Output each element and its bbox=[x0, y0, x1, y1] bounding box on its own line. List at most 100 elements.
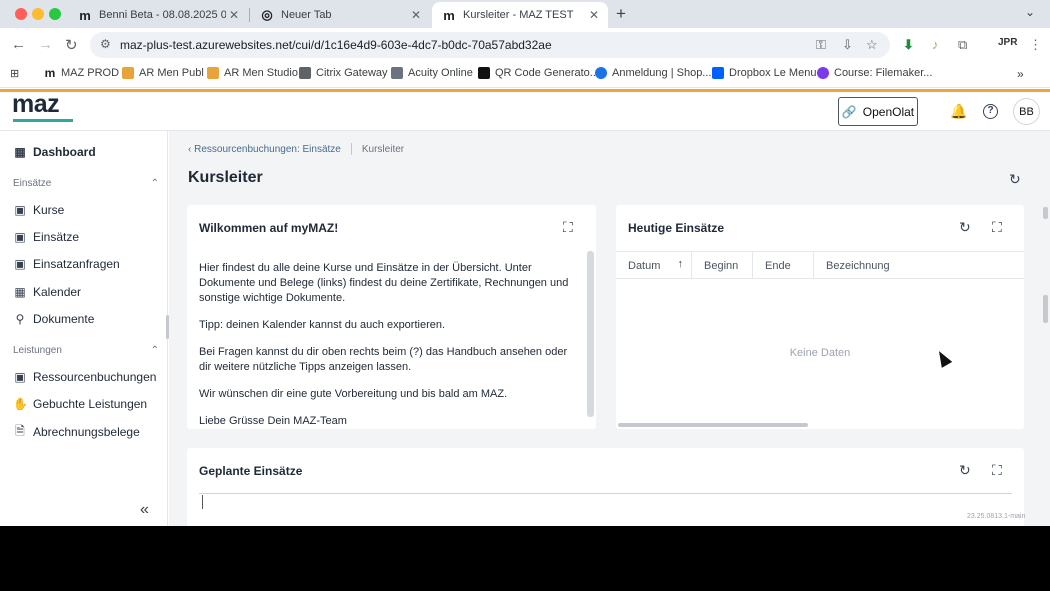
browser-tab-1[interactable]: m Benni Beta - 08.08.2025 09:1 ✕ bbox=[68, 2, 248, 28]
site-settings-icon[interactable]: ⚙ bbox=[100, 37, 111, 51]
sidebar-item-einsaetze[interactable]: ▣ Einsätze bbox=[0, 226, 168, 248]
apps-grid-icon[interactable]: ⊞ bbox=[10, 67, 19, 80]
refresh-icon[interactable]: ↻ bbox=[959, 219, 971, 236]
password-key-icon[interactable]: ⚿ bbox=[816, 37, 826, 53]
tab-search-chevron-icon[interactable]: ⌄ bbox=[1025, 5, 1035, 19]
bookmark-ar-men-studio[interactable]: AR Men Studio bbox=[207, 67, 298, 79]
sidebar-item-einsatzanfragen[interactable]: ▣ Einsatzanfragen bbox=[0, 253, 168, 275]
qr-icon bbox=[478, 67, 490, 79]
expand-icon[interactable]: ⛶ bbox=[992, 462, 1002, 479]
tab-title: Neuer Tab bbox=[281, 9, 332, 21]
sidebar-item-dashboard[interactable]: ▦ Dashboard bbox=[0, 141, 168, 163]
link-icon: 🔗 bbox=[841, 104, 857, 119]
column-label: Ende bbox=[765, 259, 791, 272]
sidebar-section-leistungen[interactable]: Leistungen ⌃ bbox=[13, 345, 159, 356]
table-header: Datum ↑ Beginn Ende Bezeichnung bbox=[616, 251, 1024, 279]
breadcrumb-back-link[interactable]: ‹ Ressourcenbuchungen: Einsätze bbox=[188, 144, 341, 155]
welcome-paragraph: Hier findest du alle deine Kurse und Ein… bbox=[199, 262, 569, 304]
calendar-icon: ▣ bbox=[14, 203, 26, 217]
sidebar-item-label: Einsätze bbox=[33, 230, 80, 244]
download-icon[interactable]: ⬇ bbox=[903, 37, 914, 53]
bookmark-dropbox[interactable]: Dropbox Le Menu bbox=[712, 67, 816, 79]
column-header-bezeichnung[interactable]: Bezeichnung bbox=[814, 252, 1024, 279]
more-bookmarks-chevron-icon[interactable]: » bbox=[1017, 67, 1024, 81]
install-app-icon[interactable]: ⇩ bbox=[842, 37, 853, 53]
today-card-title: Heutige Einsätze bbox=[628, 221, 725, 235]
reload-icon[interactable]: ↻ bbox=[65, 36, 78, 54]
refresh-page-icon[interactable]: ↻ bbox=[1009, 171, 1021, 188]
openolat-button[interactable]: 🔗 OpenOlat bbox=[838, 97, 918, 126]
expand-icon[interactable]: ⛶ bbox=[563, 219, 573, 236]
extensions-puzzle-icon[interactable]: ⧉ bbox=[958, 37, 967, 53]
tab-strip: m Benni Beta - 08.08.2025 09:1 ✕ ◎ Neuer… bbox=[0, 0, 1050, 28]
planned-assignments-card: Geplante Einsätze ↻ ⛶ bbox=[187, 448, 1024, 526]
music-note-icon[interactable]: ♪ bbox=[932, 37, 939, 52]
sidebar-item-label: Kurse bbox=[33, 203, 65, 217]
column-header-ende[interactable]: Ende bbox=[753, 252, 814, 279]
browser-tab-3-active[interactable]: m Kursleiter - MAZ TEST ✕ bbox=[432, 2, 608, 28]
section-label: Einsätze bbox=[13, 178, 52, 189]
breadcrumb-separator bbox=[350, 143, 352, 155]
bookmark-ar-men-publ[interactable]: AR Men Publ bbox=[122, 67, 204, 79]
sidebar-item-kurse[interactable]: ▣ Kurse bbox=[0, 199, 168, 221]
column-header-datum[interactable]: Datum ↑ bbox=[616, 252, 692, 279]
bookmark-course-filemaker[interactable]: Course: Filemaker... bbox=[817, 67, 932, 79]
maz-favicon-icon: m bbox=[443, 7, 455, 23]
welcome-paragraph: Liebe Grüsse Dein MAZ-Team bbox=[199, 415, 347, 427]
sidebar-item-abrechnungsbelege[interactable]: 🗎 Abrechnungsbelege bbox=[0, 421, 168, 443]
folder-icon bbox=[207, 67, 219, 79]
logo-underline bbox=[13, 119, 73, 122]
bookmark-acuity-online[interactable]: Acuity Online bbox=[391, 67, 473, 79]
acuity-icon bbox=[391, 67, 403, 79]
table-horizontal-scrollbar[interactable] bbox=[618, 423, 808, 427]
bookmark-anmeldung-shop[interactable]: Anmeldung | Shop... bbox=[595, 67, 711, 79]
close-tab-icon[interactable]: ✕ bbox=[408, 8, 424, 22]
avatar[interactable]: BB bbox=[1013, 98, 1040, 125]
close-tab-icon[interactable]: ✕ bbox=[586, 8, 602, 22]
minimize-window-button[interactable] bbox=[32, 8, 44, 20]
help-icon[interactable]: ? bbox=[983, 104, 998, 119]
close-tab-icon[interactable]: ✕ bbox=[226, 8, 242, 22]
sidebar-item-ressourcenbuchungen[interactable]: ▣ Ressourcenbuchungen bbox=[0, 366, 168, 388]
forward-arrow-icon[interactable]: → bbox=[38, 36, 53, 53]
close-window-button[interactable] bbox=[15, 8, 27, 20]
course-icon bbox=[817, 67, 829, 79]
url-text: maz-plus-test.azurewebsites.net/cui/d/1c… bbox=[120, 38, 552, 52]
new-tab-icon[interactable]: + bbox=[616, 4, 626, 24]
maz-logo[interactable]: maz bbox=[12, 90, 60, 119]
main-scrollbar-top[interactable] bbox=[1043, 207, 1048, 219]
welcome-scrollbar[interactable] bbox=[587, 251, 594, 417]
main-scrollbar-thumb[interactable] bbox=[1043, 295, 1048, 323]
column-label: Datum bbox=[628, 259, 661, 272]
maximize-window-button[interactable] bbox=[49, 8, 61, 20]
sidebar-section-einsaetze[interactable]: Einsätze ⌃ bbox=[13, 178, 159, 189]
column-header-beginn[interactable]: Beginn bbox=[692, 252, 753, 279]
bookmark-label: Dropbox Le Menu bbox=[729, 67, 817, 79]
bookmark-qr-code[interactable]: QR Code Generato... bbox=[478, 67, 599, 79]
browser-tab-2[interactable]: ◎ Neuer Tab ✕ bbox=[250, 2, 430, 28]
calendar-icon: ▣ bbox=[14, 257, 26, 271]
welcome-text: Hier findest du alle deine Kurse und Ein… bbox=[199, 261, 579, 429]
address-bar[interactable]: ⚙ maz-plus-test.azurewebsites.net/cui/d/… bbox=[90, 32, 890, 58]
tab-title: Kursleiter - MAZ TEST bbox=[463, 9, 574, 21]
sidebar-item-gebuchte-leistungen[interactable]: ✋ Gebuchte Leistungen bbox=[0, 393, 168, 415]
bookmark-star-icon[interactable]: ☆ bbox=[866, 37, 878, 53]
sidebar-item-label: Einsatzanfragen bbox=[33, 257, 120, 271]
collapse-sidebar-icon[interactable]: « bbox=[140, 501, 149, 519]
jpr-extension-icon[interactable]: JPR bbox=[998, 37, 1017, 48]
bookmarks-bar: ⊞ m MAZ PROD AR Men Publ AR Men Studio C… bbox=[0, 62, 1050, 88]
expand-icon[interactable]: ⛶ bbox=[992, 219, 1002, 236]
bell-icon[interactable]: 🔔 bbox=[950, 103, 967, 120]
empty-state-text: Keine Daten bbox=[789, 347, 851, 359]
refresh-icon[interactable]: ↻ bbox=[959, 462, 971, 479]
sort-arrow-up-icon[interactable]: ↑ bbox=[678, 258, 684, 270]
sidebar-item-dokumente[interactable]: ⚲ Dokumente bbox=[0, 308, 168, 330]
bookmark-maz-prod[interactable]: m MAZ PROD bbox=[44, 67, 119, 79]
section-label: Leistungen bbox=[13, 345, 62, 356]
back-arrow-icon[interactable]: ← bbox=[11, 36, 26, 53]
maz-favicon-icon: m bbox=[44, 66, 56, 80]
bookmark-citrix-gateway[interactable]: Citrix Gateway bbox=[299, 67, 388, 79]
app-header: maz 🔗 OpenOlat 🔔 ? BB bbox=[0, 90, 1050, 131]
browser-menu-icon[interactable]: ⋮ bbox=[1029, 37, 1042, 53]
sidebar-item-kalender[interactable]: ▦ Kalender bbox=[0, 281, 168, 303]
